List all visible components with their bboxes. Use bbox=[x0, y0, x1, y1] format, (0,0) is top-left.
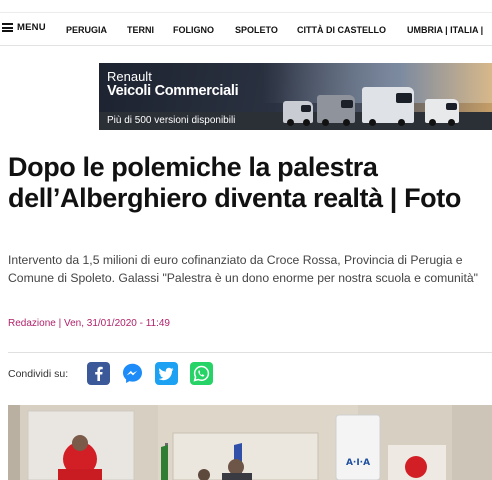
menu-button[interactable]: MENU bbox=[2, 22, 46, 33]
facebook-icon bbox=[95, 366, 103, 381]
aia-sign-text: A·I·A bbox=[346, 458, 370, 468]
messenger-icon bbox=[123, 363, 142, 383]
share-label: Condividi su: bbox=[8, 368, 69, 380]
van-image bbox=[362, 87, 414, 126]
ad-banner[interactable]: Renault Veicoli Commerciali Più di 500 v… bbox=[99, 63, 492, 130]
hamburger-icon bbox=[2, 23, 13, 32]
whatsapp-icon bbox=[193, 365, 210, 382]
ad-title: Veicoli Commerciali bbox=[107, 83, 239, 99]
article-headline: Dopo le polemiche la palestra dell’Alber… bbox=[8, 152, 461, 213]
nav-item-foligno[interactable]: FOLIGNO bbox=[173, 25, 214, 35]
nav-item-spoleto[interactable]: SPOLETO bbox=[235, 25, 278, 35]
twitter-share-button[interactable] bbox=[155, 362, 178, 385]
nav-item-umbria-italia[interactable]: UMBRIA | ITALIA | bbox=[407, 25, 483, 35]
van-image bbox=[317, 95, 355, 126]
article-byline[interactable]: Redazione | Ven, 31/01/2020 - 11:49 bbox=[8, 318, 170, 329]
ad-subtitle: Più di 500 versioni disponibili bbox=[107, 115, 236, 126]
nav-item-perugia[interactable]: PERUGIA bbox=[66, 25, 107, 35]
photo-scene: A·I·A bbox=[8, 405, 492, 480]
van-image bbox=[425, 99, 459, 126]
twitter-icon bbox=[158, 367, 174, 381]
article-photo[interactable]: A·I·A bbox=[8, 405, 492, 480]
ad-brand: Renault bbox=[107, 69, 152, 84]
van-image bbox=[283, 101, 313, 126]
menu-label: MENU bbox=[17, 22, 46, 33]
facebook-share-button[interactable] bbox=[87, 362, 110, 385]
whatsapp-share-button[interactable] bbox=[190, 362, 213, 385]
top-navigation-bar: MENU PERUGIA TERNI FOLIGNO SPOLETO CITTÀ… bbox=[0, 0, 492, 46]
article-summary: Intervento da 1,5 milioni di euro cofina… bbox=[8, 253, 479, 285]
top-strip bbox=[0, 0, 492, 13]
divider bbox=[8, 352, 492, 353]
messenger-share-button[interactable] bbox=[121, 362, 144, 385]
nav-item-citta-di-castello[interactable]: CITTÀ DI CASTELLO bbox=[297, 25, 386, 35]
nav-item-terni[interactable]: TERNI bbox=[127, 25, 154, 35]
